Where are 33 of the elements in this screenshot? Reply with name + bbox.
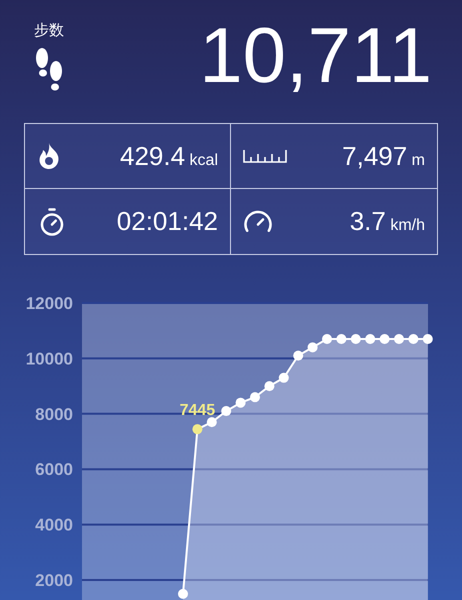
- data-point: [293, 350, 304, 361]
- axis-label: 4000: [35, 516, 73, 535]
- data-point: [365, 334, 376, 344]
- axis-label: 8000: [35, 404, 73, 424]
- data-point: [221, 406, 232, 416]
- steps-label: 步数: [34, 21, 64, 41]
- steps-count: 10,711: [199, 10, 432, 94]
- data-point: [264, 381, 274, 392]
- flame-icon: [37, 142, 61, 170]
- axis-label: 10000: [26, 349, 73, 368]
- ruler-icon: [243, 149, 287, 163]
- axis-label: 12000: [26, 295, 73, 313]
- data-point: [308, 342, 318, 352]
- data-point: [236, 398, 246, 408]
- data-point: [350, 334, 361, 344]
- stat-value: 3.7 km/h: [350, 205, 425, 238]
- data-point: [192, 424, 202, 434]
- data-point: [422, 334, 433, 344]
- data-point: [178, 588, 188, 599]
- data-point: [336, 334, 346, 344]
- data-point: [394, 334, 404, 344]
- axis-label: 6000: [35, 460, 73, 480]
- stat-value: 429.4 kcal: [120, 140, 218, 172]
- data-point: [322, 334, 332, 344]
- axis-label: 2000: [35, 571, 73, 590]
- data-label: 7445: [180, 402, 216, 420]
- data-point: [380, 334, 390, 344]
- data-point: [250, 392, 260, 402]
- data-point: [408, 334, 418, 344]
- data-point: [206, 417, 217, 428]
- stat-value: 02:01:42: [116, 205, 218, 238]
- stat-value: 7,497 m: [342, 140, 425, 172]
- data-point: [278, 372, 289, 383]
